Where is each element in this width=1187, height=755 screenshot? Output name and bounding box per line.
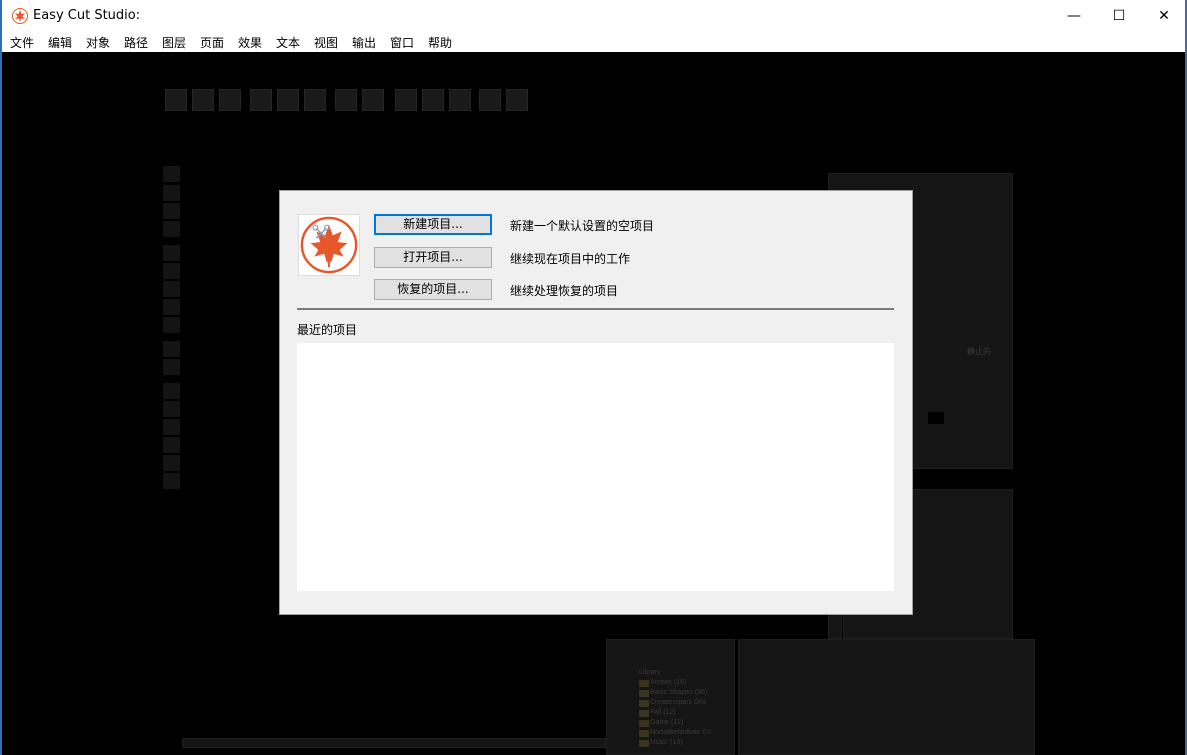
app-window: Easy Cut Studio: — ☐ ✕ 文件 编辑 对象 路径 图层 页面… [0, 0, 1187, 755]
toolbar-redo-icon [277, 89, 299, 111]
tool-node-icon [163, 185, 180, 201]
maximize-button[interactable]: ☐ [1096, 0, 1142, 32]
folder-icon [639, 690, 649, 697]
tool-line-icon [163, 263, 180, 279]
toolbar-cut-icon [304, 89, 326, 111]
tool-shape-icon [163, 203, 180, 219]
library-item: Game (12) [650, 719, 684, 726]
tool-polygon-icon [163, 473, 180, 489]
folder-icon [639, 720, 649, 727]
menu-effect[interactable]: 效果 [238, 34, 262, 51]
tool-fill-icon [163, 359, 180, 375]
tool-pen-icon [163, 281, 180, 297]
library-item: Fall (12) [650, 709, 676, 716]
new-project-description: 新建一个默认设置的空项目 [510, 219, 655, 233]
menu-bar: 文件 编辑 对象 路径 图层 页面 效果 文本 视图 输出 窗口 帮助 [2, 32, 1185, 52]
window-title: Easy Cut Studio: [33, 8, 141, 23]
library-item: Arrows (18) [650, 679, 687, 686]
tool-star-icon [163, 437, 180, 453]
recent-projects-label: 最近的项目 [297, 323, 358, 337]
color-swatch [928, 412, 944, 424]
recover-project-description: 继续处理恢复的项目 [510, 284, 619, 298]
menu-object[interactable]: 对象 [86, 34, 110, 51]
tool-text-icon [163, 221, 180, 237]
menu-help[interactable]: 帮助 [428, 34, 452, 51]
library-item: Music (10) [650, 739, 683, 746]
title-bar: Easy Cut Studio: — ☐ ✕ [2, 0, 1185, 32]
open-project-description: 继续现在项目中的工作 [510, 252, 631, 266]
toolbar-pen-icon [506, 89, 528, 111]
tool-circle-icon [163, 419, 180, 435]
toolbar-save-icon [219, 89, 241, 111]
toolbar-new-icon [165, 89, 187, 111]
library-content-panel [738, 639, 1035, 755]
panel-hint-label: 静止的 [967, 347, 991, 356]
recover-project-button[interactable]: 恢复的项目... [374, 279, 492, 300]
dialog-separator [297, 308, 894, 310]
recent-projects-list[interactable] [297, 343, 894, 591]
tool-hand-icon [163, 383, 180, 399]
toolbar-lock-icon [449, 89, 471, 111]
menu-path[interactable]: 路径 [124, 34, 148, 51]
menu-layer[interactable]: 图层 [162, 34, 186, 51]
menu-edit[interactable]: 编辑 [48, 34, 72, 51]
tool-eyedropper-icon [163, 341, 180, 357]
folder-icon [639, 730, 649, 737]
folder-icon [639, 700, 649, 707]
tool-select-icon [163, 166, 180, 182]
toolbar-trace-icon [395, 89, 417, 111]
menu-window[interactable]: 窗口 [390, 34, 414, 51]
menu-text[interactable]: 文本 [276, 34, 300, 51]
start-dialog: 新建项目... 新建一个默认设置的空项目 打开项目... 继续现在项目中的工作 … [279, 190, 913, 615]
toolbar-open-icon [192, 89, 214, 111]
tool-rect-icon [163, 455, 180, 471]
toolbar-paste-icon [362, 89, 384, 111]
tool-crop-icon [163, 401, 180, 417]
toolbar-image-icon [422, 89, 444, 111]
open-project-button[interactable]: 打开项目... [374, 247, 492, 268]
horizontal-scrollbar [182, 738, 606, 748]
toolbar-undo-icon [250, 89, 272, 111]
folder-icon [639, 680, 649, 687]
menu-view[interactable]: 视图 [314, 34, 338, 51]
tool-eraser-icon [163, 299, 180, 315]
toolbar-zoom-icon [479, 89, 501, 111]
app-logo-icon [12, 8, 28, 24]
tool-knife-icon [163, 317, 180, 333]
new-project-button[interactable]: 新建项目... [374, 214, 492, 235]
maximize-icon: ☐ [1112, 8, 1126, 24]
toolbar-copy-icon [335, 89, 357, 111]
menu-page[interactable]: 页面 [200, 34, 224, 51]
folder-icon [639, 710, 649, 717]
menu-file[interactable]: 文件 [10, 34, 34, 51]
maple-leaf-logo-icon [298, 214, 360, 276]
library-item: Basic Shapes (96) [650, 689, 708, 696]
library-item: NortalBeNoBale Cn [650, 729, 712, 736]
library-item: Createnspani Ons [650, 699, 707, 706]
close-icon: ✕ [1158, 8, 1170, 24]
minimize-icon: — [1067, 8, 1081, 24]
minimize-button[interactable]: — [1051, 0, 1097, 32]
menu-output[interactable]: 输出 [352, 34, 376, 51]
library-root: Library [639, 669, 661, 676]
folder-icon [639, 740, 649, 747]
tool-zoom-icon [163, 245, 180, 261]
close-button[interactable]: ✕ [1141, 0, 1187, 32]
library-panel [606, 639, 735, 755]
